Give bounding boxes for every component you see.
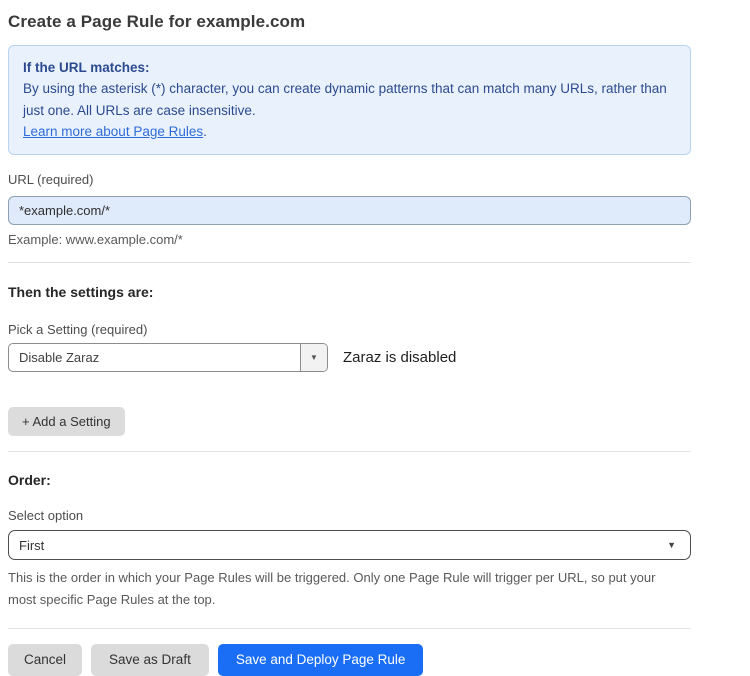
add-setting-button[interactable]: + Add a Setting bbox=[8, 407, 125, 436]
url-example-text: Example: www.example.com/* bbox=[8, 232, 691, 247]
settings-section-heading: Then the settings are: bbox=[8, 284, 691, 300]
info-box-link-line: Learn more about Page Rules. bbox=[23, 121, 674, 142]
setting-status-text: Zaraz is disabled bbox=[343, 349, 456, 366]
setting-dropdown[interactable]: Disable Zaraz ▼ bbox=[8, 343, 328, 372]
learn-more-link[interactable]: Learn more about Page Rules bbox=[23, 124, 203, 139]
divider bbox=[8, 451, 691, 452]
order-dropdown[interactable]: First ▼ bbox=[8, 530, 691, 560]
url-input[interactable] bbox=[8, 196, 691, 225]
page-rule-form: Create a Page Rule for example.com If th… bbox=[0, 0, 691, 676]
divider bbox=[8, 628, 691, 629]
pick-setting-label: Pick a Setting (required) bbox=[8, 322, 691, 337]
cancel-button[interactable]: Cancel bbox=[8, 644, 82, 676]
info-box-heading: If the URL matches: bbox=[23, 57, 674, 78]
order-section-heading: Order: bbox=[8, 472, 691, 488]
save-as-draft-button[interactable]: Save as Draft bbox=[91, 644, 209, 676]
divider bbox=[8, 262, 691, 263]
chevron-down-icon[interactable]: ▼ bbox=[300, 344, 327, 371]
page-title: Create a Page Rule for example.com bbox=[8, 12, 691, 32]
setting-row: Disable Zaraz ▼ Zaraz is disabled bbox=[8, 343, 691, 372]
save-and-deploy-button[interactable]: Save and Deploy Page Rule bbox=[218, 644, 424, 676]
order-select-label: Select option bbox=[8, 508, 691, 523]
link-suffix: . bbox=[203, 124, 207, 139]
info-box-body: By using the asterisk (*) character, you… bbox=[23, 78, 674, 121]
url-match-info-box: If the URL matches: By using the asteris… bbox=[8, 45, 691, 155]
chevron-down-icon: ▼ bbox=[667, 540, 676, 550]
action-button-row: Cancel Save as Draft Save and Deploy Pag… bbox=[8, 644, 691, 676]
url-field-label: URL (required) bbox=[8, 172, 691, 187]
order-help-text: This is the order in which your Page Rul… bbox=[8, 567, 686, 611]
order-dropdown-value: First bbox=[19, 538, 667, 553]
setting-dropdown-value: Disable Zaraz bbox=[9, 344, 300, 371]
